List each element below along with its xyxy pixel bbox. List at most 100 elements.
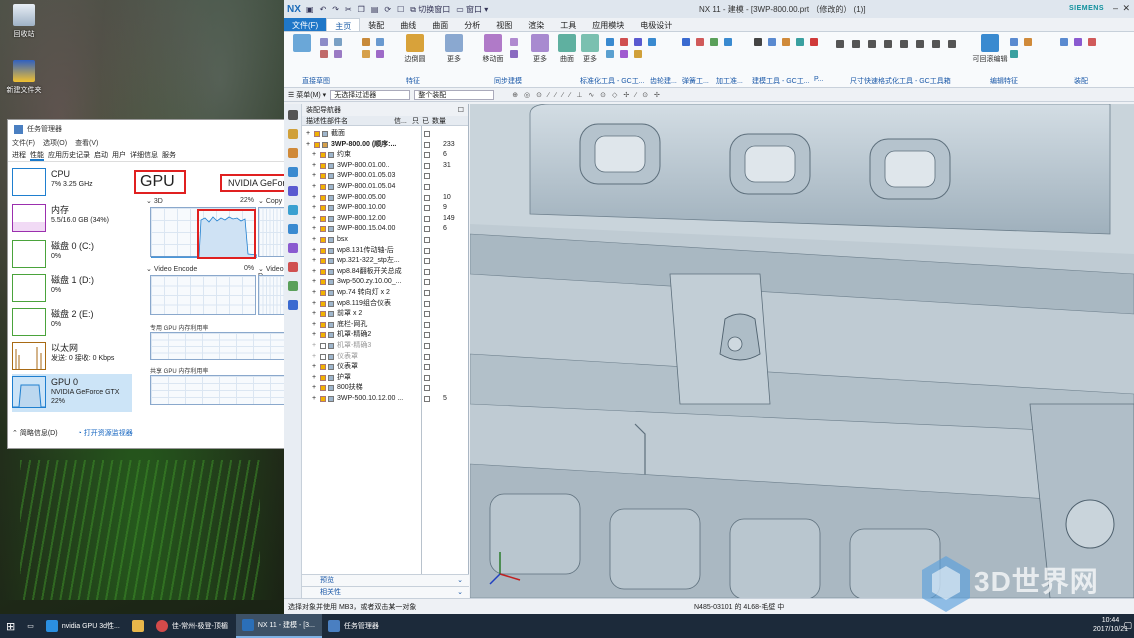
save-icon[interactable]: ▣ [306, 5, 314, 14]
scope-dropdown[interactable]: 整个装配 [414, 89, 495, 100]
3d-model-viewport[interactable] [470, 104, 1134, 598]
tab-users[interactable]: 用户 [112, 150, 126, 161]
navigator-row[interactable]: + 仪表罩 [302, 352, 469, 363]
navigator-row[interactable]: + 约束 6 [302, 150, 469, 161]
navigator-row[interactable]: +3WP-800.05.00 10 [302, 193, 469, 204]
taskbar-item-browser[interactable]: nvidia GPU 3d性... [40, 614, 126, 638]
spring-icon[interactable] [682, 38, 690, 46]
task-manager-titlebar[interactable]: 任务管理器 [8, 120, 286, 138]
visibility-checkbox[interactable] [320, 162, 326, 169]
move-face-button[interactable]: 移动面 [480, 34, 506, 64]
expand-toggle-icon[interactable]: + [312, 394, 316, 405]
task-view-button[interactable]: ▭ [21, 614, 40, 638]
visibility-checkbox[interactable] [320, 205, 326, 212]
visibility-checkbox[interactable] [314, 131, 320, 137]
menu-file[interactable]: 文件(F) [12, 138, 35, 150]
undo-icon[interactable]: ↶ [320, 5, 327, 14]
expand-toggle-icon[interactable]: + [312, 373, 316, 384]
switch-window-button[interactable]: ⧉ 切换窗口 [410, 4, 450, 15]
taskbar-item-image-viewer[interactable]: 佳-常州-极登-顶楣 [150, 614, 236, 638]
desktop-icon-recycle-bin[interactable]: 回收站 [2, 4, 46, 39]
offset-region-icon[interactable] [510, 50, 518, 58]
expand-toggle-icon[interactable]: + [312, 214, 316, 225]
cut-icon[interactable]: ✂ [345, 5, 352, 14]
visibility-checkbox[interactable] [320, 311, 326, 318]
col-modified[interactable]: 已 [422, 116, 432, 125]
modified-checkbox[interactable] [424, 258, 430, 265]
rollback-edit-button[interactable]: 可回滚编辑 [972, 34, 1008, 64]
modified-checkbox[interactable] [424, 152, 430, 159]
settings-icon[interactable] [287, 110, 298, 120]
navigator-row[interactable]: +3WP-800.01.05.03 [302, 171, 469, 182]
dimension-format-icon[interactable] [836, 40, 844, 48]
machining-icon[interactable] [724, 38, 732, 46]
assembly-navigator-icon[interactable] [287, 129, 298, 139]
dimension-format-icon[interactable] [916, 40, 924, 48]
extrude-icon[interactable] [362, 38, 370, 46]
boolean-icon[interactable] [376, 50, 384, 58]
modified-checkbox[interactable] [424, 268, 430, 275]
menu-button[interactable]: ☰ 菜单(M) ▾ [288, 90, 326, 100]
open-resource-monitor-link[interactable]: ◔ 打开资源监视器 [78, 428, 133, 438]
visibility-checkbox[interactable] [320, 364, 326, 371]
expand-toggle-icon[interactable]: + [312, 352, 316, 363]
model-tool-icon[interactable] [810, 38, 818, 46]
trim-icon[interactable] [334, 38, 342, 46]
visibility-checkbox[interactable] [320, 258, 326, 265]
visibility-checkbox[interactable] [320, 268, 326, 275]
tab-curve[interactable]: 曲线 [392, 18, 424, 31]
modified-checkbox[interactable] [424, 215, 430, 222]
std-tool-icon[interactable] [606, 38, 614, 46]
visibility-checkbox[interactable] [320, 374, 326, 381]
navigator-row[interactable]: + 截面 [302, 129, 469, 140]
paste-icon[interactable]: ▤ [371, 5, 379, 14]
tab-surface[interactable]: 曲面 [424, 18, 456, 31]
expand-toggle-icon[interactable]: + [312, 288, 316, 299]
edit-feature-icon[interactable] [1010, 50, 1018, 58]
tab-performance[interactable]: 性能 [30, 150, 44, 161]
modified-checkbox[interactable] [424, 162, 430, 169]
perf-item-disk-1[interactable]: 磁盘 1 (D:) 0% [12, 272, 132, 305]
modified-checkbox[interactable] [424, 279, 430, 286]
tab-processes[interactable]: 进程 [12, 150, 26, 161]
dimension-format-icon[interactable] [868, 40, 876, 48]
std-tool-icon[interactable] [620, 50, 628, 58]
repeat-icon[interactable]: ⟳ [384, 5, 391, 14]
modified-checkbox[interactable] [424, 321, 430, 328]
tab-analysis[interactable]: 分析 [456, 18, 488, 31]
tab-application[interactable]: 应用模块 [584, 18, 632, 31]
visibility-checkbox[interactable] [320, 279, 326, 286]
expand-toggle-icon[interactable]: + [306, 129, 310, 140]
visibility-checkbox[interactable] [320, 321, 326, 328]
navigator-row[interactable]: +3WP-800.10.00 9 [302, 203, 469, 214]
reuse-library-icon[interactable] [287, 186, 298, 196]
visibility-checkbox[interactable] [320, 247, 326, 254]
part-navigator-icon[interactable] [287, 167, 298, 177]
visibility-checkbox[interactable] [320, 215, 326, 222]
constraint-navigator-icon[interactable] [287, 148, 298, 158]
tab-assembly[interactable]: 装配 [360, 18, 392, 31]
col-part-name[interactable]: 描述性部件名 [302, 116, 394, 125]
visibility-checkbox[interactable] [320, 194, 326, 201]
expand-toggle-icon[interactable]: + [312, 182, 316, 193]
std-tool-icon[interactable] [634, 50, 642, 58]
visibility-checkbox[interactable] [320, 237, 326, 243]
expand-toggle-icon[interactable]: + [312, 161, 316, 172]
perf-item-gpu[interactable]: GPU 0 NVIDIA GeForce GTX 22% [12, 374, 132, 412]
modified-checkbox[interactable] [424, 184, 430, 190]
sketch-button[interactable] [290, 34, 314, 54]
process-studio-icon[interactable] [287, 262, 298, 272]
modified-checkbox[interactable] [424, 332, 430, 339]
model-tool-icon[interactable] [796, 38, 804, 46]
dimension-format-icon[interactable] [884, 40, 892, 48]
expand-toggle-icon[interactable]: + [312, 171, 316, 182]
expand-toggle-icon[interactable]: + [312, 299, 316, 310]
menu-options[interactable]: 选项(O) [43, 138, 67, 150]
modified-checkbox[interactable] [424, 396, 430, 402]
perf-item-cpu[interactable]: CPU 7% 3.25 GHz [12, 166, 132, 199]
model-tool-icon[interactable] [768, 38, 776, 46]
navigator-row[interactable]: +3WP-800.01.00.. 31 [302, 161, 469, 172]
model-tool-icon[interactable] [782, 38, 790, 46]
dimension-format-icon[interactable] [932, 40, 940, 48]
modified-checkbox[interactable] [424, 311, 430, 318]
